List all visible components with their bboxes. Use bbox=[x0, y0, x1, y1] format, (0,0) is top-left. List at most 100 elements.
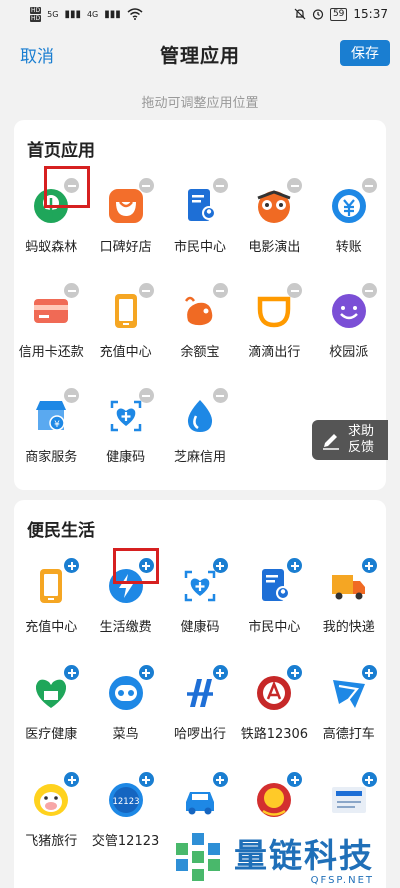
remove-app-icon[interactable] bbox=[287, 178, 303, 193]
life-app-item[interactable]: 我的快递 bbox=[312, 552, 386, 659]
life-app-item[interactable]: 健康码 bbox=[163, 552, 237, 659]
watermark: 量链科技 QFSP.NET bbox=[172, 826, 400, 888]
remove-app-icon[interactable] bbox=[138, 388, 154, 403]
home-app-item[interactable]: 口碑好店 bbox=[88, 172, 162, 277]
remove-app-icon[interactable] bbox=[212, 388, 228, 403]
life-app-item[interactable]: 医疗健康 bbox=[14, 659, 88, 766]
life-app-label: 健康码 bbox=[180, 620, 220, 635]
life-app-label: 高德打车 bbox=[322, 727, 375, 742]
battery-indicator: 59 bbox=[329, 7, 348, 21]
clock: 15:37 bbox=[353, 7, 388, 21]
remove-app-icon[interactable] bbox=[138, 283, 154, 298]
health-code-icon bbox=[106, 388, 154, 436]
life-app-item[interactable]: 铁路12306 bbox=[237, 659, 311, 766]
life-app-item[interactable]: 高德打车 bbox=[312, 659, 386, 766]
home-app-item[interactable]: 校园派 bbox=[312, 277, 386, 382]
remove-app-icon[interactable] bbox=[138, 178, 154, 193]
home-app-item[interactable]: 芝麻信用 bbox=[163, 382, 237, 487]
home-app-label: 滴滴出行 bbox=[248, 345, 301, 360]
remove-app-icon[interactable] bbox=[64, 388, 80, 403]
traffic-12123-icon: 12123 bbox=[106, 772, 154, 820]
railway-icon bbox=[254, 665, 303, 713]
home-app-label: 校园派 bbox=[329, 345, 369, 360]
add-app-icon[interactable] bbox=[64, 772, 80, 787]
add-app-icon[interactable] bbox=[212, 772, 228, 787]
delivery-truck-icon bbox=[329, 558, 377, 606]
add-app-icon[interactable] bbox=[287, 772, 303, 787]
movie-icon bbox=[254, 178, 303, 226]
add-app-icon[interactable] bbox=[138, 665, 154, 680]
add-app-icon[interactable] bbox=[212, 665, 228, 680]
remove-app-icon[interactable] bbox=[212, 178, 228, 193]
add-app-icon[interactable] bbox=[361, 772, 377, 787]
feedback-line-2: 反馈 bbox=[348, 440, 375, 455]
home-app-item[interactable]: 滴滴出行 bbox=[237, 277, 311, 382]
life-app-item[interactable]: 市民中心 bbox=[237, 552, 311, 659]
watermark-logo-icon bbox=[176, 833, 220, 881]
remove-app-icon[interactable] bbox=[287, 283, 303, 298]
home-app-item[interactable]: 转账 bbox=[312, 172, 386, 277]
home-app-item[interactable]: 市民中心 bbox=[163, 172, 237, 277]
remove-app-icon[interactable] bbox=[212, 283, 228, 298]
home-app-label: 市民中心 bbox=[173, 240, 226, 255]
add-app-icon[interactable] bbox=[361, 558, 377, 573]
life-app-label: 我的快递 bbox=[322, 620, 375, 635]
life-app-label: 哈啰出行 bbox=[173, 727, 226, 742]
life-app-label: 铁路12306 bbox=[240, 727, 309, 742]
add-app-icon[interactable] bbox=[287, 665, 303, 680]
sesame-credit-icon bbox=[180, 388, 228, 436]
life-apps-grid: 充值中心 生活缴费 健康码 市民中心 我的快递 医疗健康 菜鸟 哈啰出行 铁路12306 高德打车… bbox=[14, 552, 386, 873]
wifi-icon bbox=[127, 8, 143, 20]
remove-app-icon[interactable] bbox=[361, 283, 377, 298]
home-app-label: 蚂蚁森林 bbox=[25, 240, 78, 255]
network-4g: 4G bbox=[86, 9, 99, 19]
koubei-icon bbox=[106, 178, 154, 226]
home-app-item[interactable]: 电影演出 bbox=[237, 172, 311, 277]
remove-app-icon[interactable] bbox=[361, 178, 377, 193]
home-app-item[interactable]: ¥ 商家服务 bbox=[14, 382, 88, 487]
life-app-item[interactable]: 飞猪旅行 bbox=[14, 766, 88, 873]
add-app-icon[interactable] bbox=[64, 665, 80, 680]
home-app-item[interactable]: 健康码 bbox=[88, 382, 162, 487]
recharge-icon bbox=[106, 283, 154, 331]
home-app-item[interactable]: 充值中心 bbox=[88, 277, 162, 382]
citizen-center-icon bbox=[254, 558, 303, 606]
home-app-item[interactable]: 余额宝 bbox=[163, 277, 237, 382]
transfer-icon bbox=[329, 178, 377, 226]
home-app-label: 芝麻信用 bbox=[173, 450, 226, 465]
life-app-item[interactable]: 12123 交管12123 bbox=[88, 766, 162, 873]
add-app-icon[interactable] bbox=[138, 772, 154, 787]
save-button[interactable]: 保存 bbox=[340, 40, 390, 66]
drag-hint: 拖动可调整应用位置 bbox=[141, 96, 259, 111]
remove-app-icon[interactable] bbox=[64, 283, 80, 298]
home-app-item[interactable]: 信用卡还款 bbox=[14, 277, 88, 382]
life-app-item[interactable]: 菜鸟 bbox=[88, 659, 162, 766]
fliggy-icon bbox=[31, 772, 80, 820]
yuebao-icon bbox=[180, 283, 228, 331]
signal-icon-2: ▮▮▮ bbox=[104, 8, 121, 20]
hd-label-2: HD bbox=[30, 14, 42, 22]
life-app-item[interactable]: 充值中心 bbox=[14, 552, 88, 659]
amap-taxi-icon bbox=[329, 665, 377, 713]
header: 取消 管理应用 保存 bbox=[0, 28, 400, 80]
life-app-item[interactable]: 哈啰出行 bbox=[163, 659, 237, 766]
hello-bike-icon bbox=[180, 665, 228, 713]
state-council-icon bbox=[329, 772, 377, 820]
home-app-label: 口碑好店 bbox=[99, 240, 152, 255]
section-title-life: 便民生活 bbox=[27, 521, 95, 541]
mute-bell-icon bbox=[294, 8, 306, 20]
cainiao-icon bbox=[106, 665, 154, 713]
car-icon bbox=[180, 772, 228, 820]
signal-icon: ▮▮▮ bbox=[64, 8, 81, 20]
add-app-icon[interactable] bbox=[361, 665, 377, 680]
add-app-icon[interactable] bbox=[64, 558, 80, 573]
add-app-icon[interactable] bbox=[287, 558, 303, 573]
cancel-button[interactable]: 取消 bbox=[20, 42, 54, 67]
credit-card-icon bbox=[31, 283, 80, 331]
add-app-icon[interactable] bbox=[212, 558, 228, 573]
network-5g: 5G bbox=[47, 9, 59, 19]
hd-label-1: HD bbox=[30, 6, 42, 14]
feedback-button[interactable]: 求助 反馈 bbox=[312, 420, 388, 460]
life-app-label: 飞猪旅行 bbox=[25, 834, 78, 849]
edit-icon bbox=[323, 434, 339, 450]
